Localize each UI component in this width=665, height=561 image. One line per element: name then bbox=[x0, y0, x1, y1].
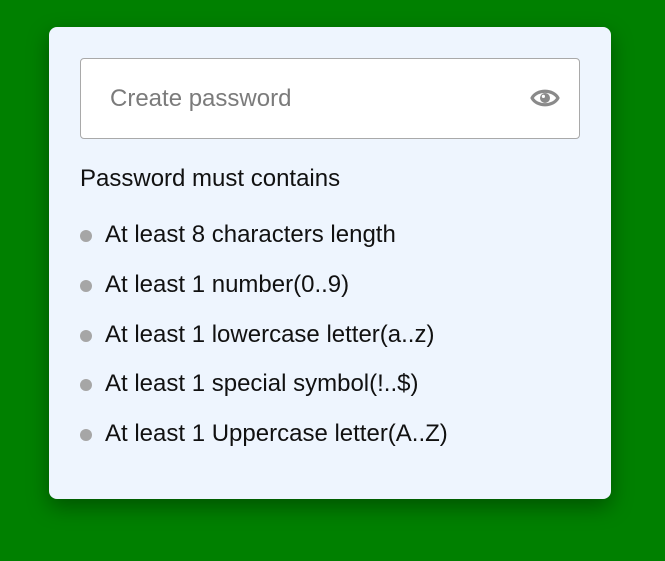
status-dot-icon bbox=[80, 230, 92, 242]
status-dot-icon bbox=[80, 329, 92, 342]
requirement-min-length: At least 8 characters length bbox=[80, 218, 448, 268]
requirement-label: At least 8 characters length bbox=[105, 221, 396, 248]
password-input[interactable] bbox=[81, 59, 530, 138]
requirement-uppercase: At least 1 Uppercase letter(A..Z) bbox=[80, 417, 448, 467]
password-field-wrapper bbox=[80, 58, 580, 139]
eye-icon[interactable] bbox=[530, 86, 560, 110]
requirements-heading: Password must contains bbox=[80, 165, 341, 192]
requirement-number: At least 1 number(0..9) bbox=[80, 268, 448, 318]
status-dot-icon bbox=[80, 379, 92, 392]
password-card: Password must contains At least 8 charac… bbox=[49, 27, 611, 499]
status-dot-icon bbox=[80, 429, 92, 441]
requirement-label: At least 1 Uppercase letter(A..Z) bbox=[105, 420, 448, 447]
requirement-label: At least 1 special symbol(!..$) bbox=[105, 370, 419, 398]
requirement-label: At least 1 number(0..9) bbox=[105, 270, 350, 298]
requirement-label: At least 1 lowercase letter(a..z) bbox=[105, 320, 435, 348]
requirement-special-symbol: At least 1 special symbol(!..$) bbox=[80, 367, 448, 417]
requirements-list: At least 8 characters length At least 1 … bbox=[80, 218, 448, 467]
requirement-lowercase: At least 1 lowercase letter(a..z) bbox=[80, 318, 448, 368]
status-dot-icon bbox=[80, 279, 92, 292]
eye-icon-graphic bbox=[530, 89, 560, 107]
